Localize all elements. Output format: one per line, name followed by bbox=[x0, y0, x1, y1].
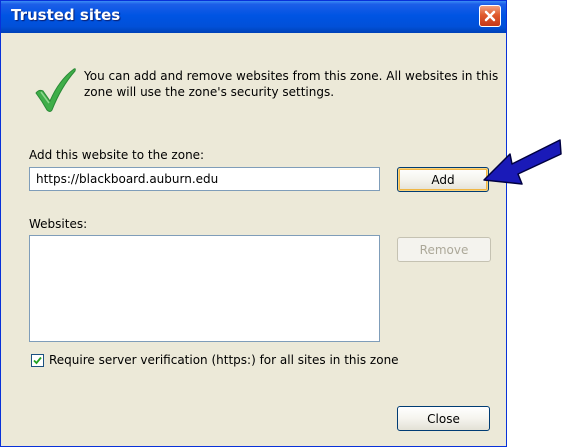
require-verification-label: Require server verification (https:) for… bbox=[49, 353, 399, 367]
window-close-button[interactable] bbox=[479, 5, 501, 27]
require-verification-checkbox[interactable] bbox=[31, 354, 44, 367]
info-message: You can add and remove websites from thi… bbox=[84, 69, 499, 99]
add-button[interactable]: Add bbox=[397, 167, 489, 192]
remove-button[interactable]: Remove bbox=[397, 237, 491, 262]
websites-list[interactable] bbox=[29, 235, 380, 342]
checkmark-icon bbox=[33, 356, 42, 365]
close-icon bbox=[484, 10, 496, 22]
window-title: Trusted sites bbox=[11, 6, 121, 24]
title-bar[interactable]: Trusted sites bbox=[1, 1, 506, 33]
website-url-input[interactable] bbox=[29, 167, 380, 191]
close-button[interactable]: Close bbox=[397, 406, 490, 431]
arrow-icon bbox=[483, 139, 562, 185]
checkmark-icon bbox=[35, 68, 76, 112]
trusted-sites-dialog: Trusted sites You can add and remove web… bbox=[0, 0, 507, 447]
websites-label: Websites: bbox=[29, 217, 88, 231]
add-website-label: Add this website to the zone: bbox=[29, 148, 205, 162]
